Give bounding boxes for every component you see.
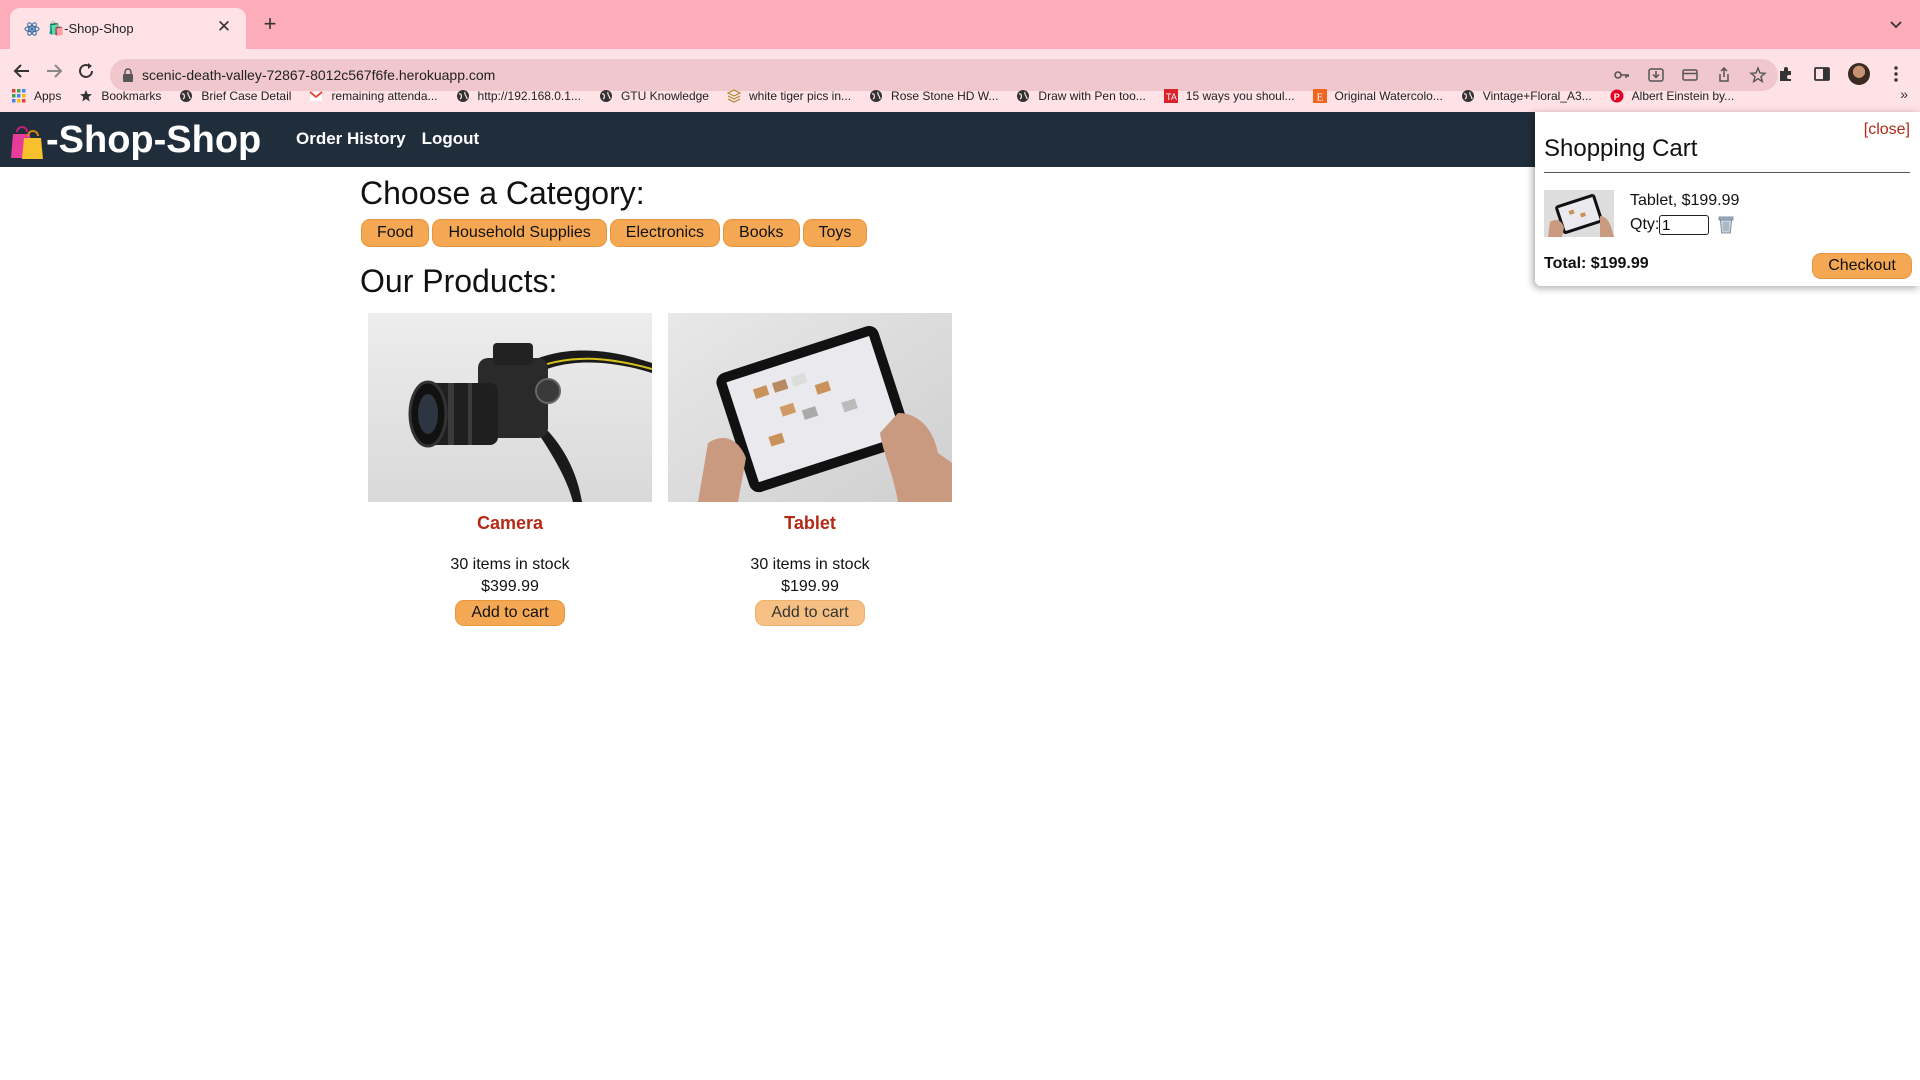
bookmark-label: Draw with Pen too... (1038, 89, 1146, 103)
gmail-icon (309, 91, 324, 101)
bookmark-label: Rose Stone HD W... (891, 89, 999, 103)
bookmark-item[interactable]: Rose Stone HD W... (869, 83, 998, 109)
bookmark-item[interactable]: P Albert Einstein by... (1610, 83, 1735, 109)
bookmark-label: Brief Case Detail (201, 89, 292, 103)
cart-title: Shopping Cart (1544, 135, 1698, 162)
shopping-cart-panel: [close] Shopping Cart Tablet, $199.99 Qt… (1535, 112, 1920, 286)
bookmark-label: Albert Einstein by... (1631, 89, 1735, 103)
star-icon (80, 90, 93, 102)
bookmark-item[interactable]: Draw with Pen too... (1016, 83, 1146, 109)
bookmarks-bar: Apps Bookmarks Brief Case Detail remaining … (0, 80, 1920, 112)
cart-close-link[interactable]: [close] (1864, 121, 1910, 139)
bookmark-label: remaining attenda... (331, 89, 438, 103)
new-tab-icon[interactable]: + (258, 13, 282, 37)
category-heading: Choose a Category: (360, 175, 645, 211)
bookmark-label: Apps (34, 89, 62, 103)
cart-qty-label: Qty: (1630, 216, 1660, 233)
svg-text:E: E (1316, 92, 1323, 104)
bookmark-label: 15 ways you shoul... (1185, 89, 1295, 103)
svg-text:TA: TA (1166, 92, 1177, 102)
product-price: $199.99 (781, 578, 839, 595)
product-name-link[interactable]: Tablet (668, 513, 952, 534)
tablet-image[interactable] (668, 313, 952, 502)
add-to-cart-button[interactable]: Add to cart (455, 600, 565, 626)
bookmark-item[interactable]: GTU Knowledge (599, 83, 709, 109)
bookmark-item[interactable]: Vintage+Floral_A3... (1461, 83, 1592, 109)
cart-item-thumbnail (1544, 190, 1614, 237)
cart-divider (1544, 172, 1910, 173)
react-favicon-icon (24, 22, 40, 36)
trash-icon[interactable] (1717, 215, 1735, 234)
bookmark-item[interactable]: TA 15 ways you shoul... (1163, 83, 1295, 109)
bookmark-label: white tiger pics in... (748, 89, 852, 103)
main-content: Choose a Category: Food Household Suppli… (360, 175, 1060, 626)
etsy-icon: E (1312, 89, 1327, 104)
product-stock: 30 items in stock (450, 556, 570, 573)
product-list: Camera 30 items in stock $399.99 Add to … (368, 313, 1060, 626)
product-name-link[interactable]: Camera (368, 513, 652, 534)
category-list: Food Household Supplies Electronics Book… (361, 219, 1060, 247)
bookmark-label: Original Watercolo... (1334, 89, 1443, 103)
product-card: Tablet 30 items in stock $199.99 Add to … (668, 313, 952, 626)
shopping-bags-icon (11, 125, 43, 159)
globe-icon (1461, 90, 1474, 102)
category-button-food[interactable]: Food (361, 219, 430, 247)
main-nav: Order History Logout (296, 129, 479, 149)
camera-image[interactable] (368, 313, 652, 502)
product-card: Camera 30 items in stock $399.99 Add to … (368, 313, 652, 626)
browser-tab[interactable]: 🛍️-Shop-Shop ✕ (10, 8, 246, 49)
bookmark-label: Bookmarks (101, 89, 162, 103)
bookmark-item[interactable]: Apps (12, 83, 61, 109)
bookmark-item[interactable]: remaining attenda... (309, 83, 438, 109)
products-heading: Our Products: (360, 263, 558, 299)
logo-text: -Shop-Shop (46, 119, 262, 161)
bookmark-label: Vintage+Floral_A3... (1482, 89, 1592, 103)
checkout-button[interactable]: Checkout (1812, 253, 1912, 279)
bookmark-item[interactable]: Bookmarks (79, 83, 161, 109)
product-stock: 30 items in stock (750, 556, 870, 573)
more-bookmarks-icon[interactable]: » (1900, 86, 1908, 102)
site-logo[interactable]: -Shop-Shop (8, 119, 261, 162)
cart-item-name-price: Tablet, $199.99 (1630, 192, 1740, 209)
tab-close-icon[interactable]: ✕ (214, 17, 234, 37)
category-button-electronics[interactable]: Electronics (609, 219, 721, 247)
bookmark-item[interactable]: E Original Watercolo... (1312, 83, 1443, 109)
pinterest-icon: P (1610, 89, 1624, 103)
ta-icon: TA (1163, 89, 1178, 103)
globe-icon (180, 90, 193, 102)
svg-text:P: P (1613, 92, 1619, 102)
tab-search-chevron-icon[interactable] (1886, 14, 1906, 34)
category-button-household-supplies[interactable]: Household Supplies (432, 219, 607, 247)
apps-grid-icon (12, 89, 26, 103)
globe-icon (870, 90, 883, 102)
bookmark-label: GTU Knowledge (620, 89, 709, 103)
bookmark-item[interactable]: Brief Case Detail (179, 83, 291, 109)
product-price: $399.99 (481, 578, 539, 595)
bookmark-label: http://192.168.0.1... (477, 89, 581, 103)
logout-link[interactable]: Logout (422, 129, 480, 149)
bookmark-item[interactable]: white tiger pics in... (726, 83, 852, 109)
browser-tabstrip: 🛍️-Shop-Shop ✕ + (0, 0, 1920, 49)
category-button-toys[interactable]: Toys (802, 219, 868, 247)
globe-icon (599, 90, 612, 102)
bookmark-item[interactable]: http://192.168.0.1... (456, 83, 581, 109)
tab-title: 🛍️-Shop-Shop (48, 21, 134, 36)
globe-icon (1017, 90, 1030, 102)
add-to-cart-button[interactable]: Add to cart (755, 600, 865, 626)
cart-qty-input[interactable] (1659, 215, 1709, 235)
category-button-books[interactable]: Books (723, 219, 800, 247)
order-history-link[interactable]: Order History (296, 129, 406, 149)
layers-icon (726, 89, 741, 103)
globe-icon (456, 90, 469, 102)
cart-total: Total: $199.99 (1544, 255, 1649, 272)
